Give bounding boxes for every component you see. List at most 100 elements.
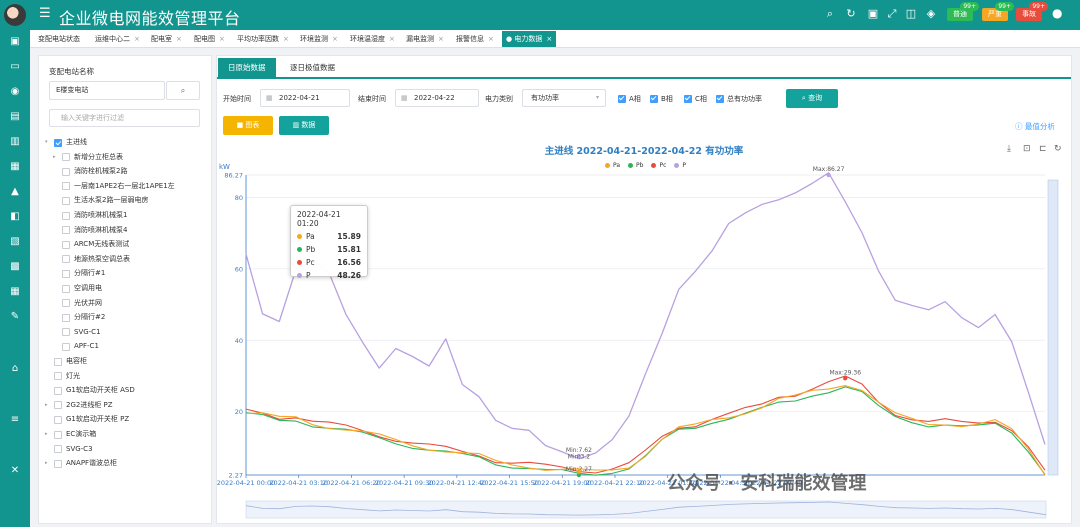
tree-item[interactable]: 生活水泵2路一层弱电房 <box>53 194 148 207</box>
report-icon[interactable]: ▧ <box>9 236 21 247</box>
camera-icon[interactable]: ◧ <box>9 211 21 222</box>
extreme-marker[interactable] <box>843 376 848 381</box>
expand-arrow-icon[interactable]: ▸ <box>45 457 54 470</box>
tree-checkbox[interactable] <box>62 284 70 293</box>
tree-checkbox[interactable] <box>54 445 62 454</box>
tab-power-data[interactable]: ● 电力数据 × <box>502 31 557 47</box>
tree-item[interactable]: ▸ ANAPF谐波总柜 <box>45 457 117 470</box>
tab-power-factor[interactable]: 平均功率因数 × <box>237 31 289 47</box>
restore-icon[interactable]: ⊏ <box>1039 144 1047 154</box>
tree-checkbox[interactable] <box>62 226 70 235</box>
best-analysis-link[interactable]: ⓘ 最值分析 <box>1015 121 1055 132</box>
tree-item[interactable]: G1软启动开关柜 ASD <box>45 384 135 397</box>
tree-item[interactable]: 灯光 <box>45 370 80 383</box>
tree-checkbox[interactable] <box>54 430 62 439</box>
tree-checkbox[interactable] <box>62 240 70 249</box>
tree-item[interactable]: 一层南1APE2右一层北1APE1左 <box>53 180 175 193</box>
expand-arrow-icon[interactable]: ▸ <box>53 151 62 164</box>
end-date-input[interactable]: ▦ 2022-04-22 <box>395 89 479 107</box>
home-icon[interactable]: ⌂ <box>9 363 21 374</box>
avatar[interactable] <box>4 4 26 26</box>
theme-icon[interactable]: ◈ <box>924 7 938 20</box>
station-search-button[interactable]: ⌕ <box>166 81 200 100</box>
tree-item[interactable]: 消防栓机械泵2路 <box>53 165 127 178</box>
phase-a-checkbox[interactable]: A相 <box>618 94 641 104</box>
tree-checkbox[interactable] <box>62 196 70 205</box>
tree-checkbox[interactable] <box>62 299 70 308</box>
reset-icon[interactable]: ↻ <box>1054 144 1062 154</box>
x-zoom-slider[interactable] <box>245 500 1047 519</box>
close-icon[interactable]: × <box>389 35 395 43</box>
tree-item[interactable]: 电容柜 <box>45 355 87 368</box>
tree-item[interactable]: ARCM无线表测试 <box>53 238 129 251</box>
expand-icon[interactable]: ⤢ <box>885 7 899 21</box>
tree-checkbox[interactable] <box>62 328 70 337</box>
tree-item[interactable]: 消防喷淋机械泵1 <box>53 209 127 222</box>
tree-item[interactable]: 空调用电 <box>53 282 102 295</box>
tab-ops-center[interactable]: 运维中心二 × <box>95 31 140 47</box>
tools-icon[interactable]: ✕ <box>9 465 21 476</box>
alarm-severe-badge[interactable]: 严重 99+ <box>982 2 1014 21</box>
close-icon[interactable]: × <box>488 35 494 43</box>
tree-checkbox[interactable] <box>54 138 62 147</box>
edit-icon[interactable]: ✎ <box>9 311 21 322</box>
start-date-input[interactable]: ▦ 2022-04-21 <box>260 89 350 107</box>
extreme-marker[interactable] <box>826 172 831 178</box>
tree-checkbox[interactable] <box>62 167 70 176</box>
tab-alarm-info[interactable]: 报警信息 × <box>456 31 494 47</box>
power-type-select[interactable]: 有功功率 ▾ <box>522 89 606 107</box>
tree-checkbox[interactable] <box>54 372 62 381</box>
expand-arrow-icon[interactable]: ▸ <box>45 428 54 441</box>
tree-item[interactable]: G1软启动开关柜 PZ <box>45 413 129 426</box>
y-zoom-slider[interactable] <box>1047 179 1059 476</box>
series-line-Pc[interactable] <box>245 375 1046 474</box>
tree-item[interactable]: 分隔行#2 <box>53 311 105 324</box>
tree-item[interactable]: 消防喷淋机械泵4 <box>53 224 127 237</box>
tree-item[interactable]: SVG-C3 <box>45 443 93 456</box>
tree-checkbox[interactable] <box>62 182 70 191</box>
chart-view-button[interactable]: ■ 图表 <box>223 116 273 135</box>
tree-item[interactable]: 分隔行#1 <box>53 267 105 280</box>
series-line-Pa[interactable] <box>245 385 1046 476</box>
refresh-icon[interactable]: ↻ <box>844 7 858 20</box>
tree-item[interactable]: 地源热泵空调总表 <box>53 253 130 266</box>
dashboard-icon[interactable]: ▣ <box>9 36 21 47</box>
tree-item[interactable]: ▸ 新增分立柜总表 <box>53 151 123 164</box>
tab-environment[interactable]: 环境监测 × <box>300 31 338 47</box>
phase-c-checkbox[interactable]: C相 <box>684 94 707 104</box>
close-icon[interactable]: × <box>283 35 289 43</box>
user-icon[interactable]: ● <box>1052 6 1062 20</box>
tree-checkbox[interactable] <box>62 269 70 278</box>
tree-item[interactable]: ▸ 2G2进线柜 PZ <box>45 399 113 412</box>
grid-icon[interactable]: ▦ <box>9 286 21 297</box>
tab-station-status[interactable]: 变配电站状态 <box>38 31 80 47</box>
tree-checkbox[interactable] <box>54 357 62 366</box>
total-power-checkbox[interactable]: 总有功功率 <box>716 94 762 104</box>
expand-arrow-icon[interactable]: ▾ <box>45 136 54 149</box>
alarm-accident-badge[interactable]: 事故 99+ <box>1016 2 1048 21</box>
tree-item[interactable]: ▸ EC演示箱 <box>45 428 96 441</box>
close-icon[interactable]: × <box>332 35 338 43</box>
globe-icon[interactable]: ◉ <box>9 86 21 97</box>
alarm-icon[interactable]: ▲ <box>9 186 21 197</box>
expand-arrow-icon[interactable]: ▸ <box>45 399 54 412</box>
tree-checkbox[interactable] <box>62 211 70 220</box>
tree-checkbox[interactable] <box>54 415 62 424</box>
tab-daily-extreme[interactable]: 逐日极值数据 <box>280 58 345 77</box>
save-icon[interactable]: ▣ <box>866 7 880 20</box>
tab-distribution-diagram[interactable]: 配电图 × <box>194 31 225 47</box>
close-icon[interactable]: × <box>219 35 225 43</box>
extreme-marker[interactable] <box>576 469 582 474</box>
query-button[interactable]: ⌕ 查询 <box>786 89 838 108</box>
tree-item[interactable]: 光伏并网 <box>53 297 102 310</box>
close-icon[interactable]: × <box>438 35 444 43</box>
bar-chart-icon[interactable]: ▥ <box>9 136 21 147</box>
station-input[interactable]: E楼变电站 <box>49 81 165 100</box>
tree-item[interactable]: ▾ 主进线 <box>45 136 87 149</box>
tree-checkbox[interactable] <box>62 255 70 264</box>
tree-filter-input[interactable]: 输入关键字进行过滤 <box>49 109 200 127</box>
tree-item[interactable]: APF-C1 <box>53 340 99 353</box>
close-icon[interactable]: × <box>176 35 182 43</box>
monitor-icon[interactable]: ▭ <box>9 61 21 72</box>
tab-temp-humidity[interactable]: 环境温湿度 × <box>350 31 395 47</box>
